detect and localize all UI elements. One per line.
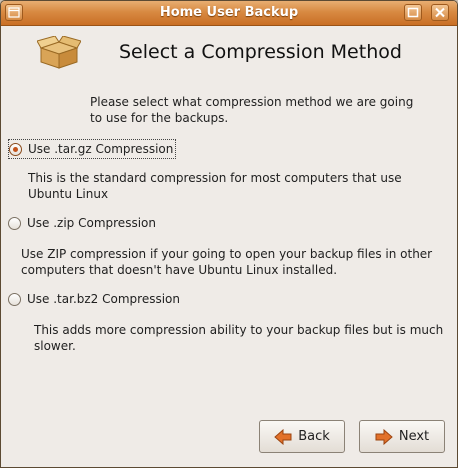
- radio-tar-bz2[interactable]: [8, 292, 21, 306]
- maximize-icon: [407, 7, 419, 18]
- option-tar-gz-label[interactable]: Use .tar.gz Compression: [28, 142, 173, 156]
- next-button-label: Next: [398, 429, 430, 444]
- back-button[interactable]: Back: [259, 420, 345, 453]
- window-title: Home User Backup: [159, 5, 299, 20]
- back-button-label: Back: [298, 429, 330, 444]
- next-button[interactable]: Next: [359, 420, 445, 453]
- option-tar-bz2-label[interactable]: Use .tar.bz2 Compression: [27, 292, 180, 306]
- maximize-button[interactable]: [404, 4, 422, 21]
- arrow-right-icon: [375, 428, 393, 445]
- package-box-icon: [36, 35, 82, 73]
- backup-window: Home User Backup Select a Compression Me…: [0, 0, 458, 468]
- radio-zip[interactable]: [8, 216, 21, 230]
- title-bar[interactable]: Home User Backup: [1, 1, 457, 26]
- page-title: Select a Compression Method: [119, 41, 402, 63]
- option-tar-bz2[interactable]: Use .tar.bz2 Compression: [8, 290, 180, 308]
- option-tar-bz2-description: This adds more compression ability to yo…: [34, 323, 444, 353]
- option-zip-label[interactable]: Use .zip Compression: [27, 216, 156, 230]
- intro-text: Please select what compression method we…: [90, 95, 414, 125]
- option-tar-gz[interactable]: Use .tar.gz Compression: [8, 139, 177, 159]
- option-zip[interactable]: Use .zip Compression: [8, 214, 156, 232]
- arrow-left-icon: [274, 428, 292, 445]
- option-tar-gz-description: This is the standard compression for mos…: [28, 171, 402, 201]
- close-button[interactable]: [431, 4, 449, 21]
- radio-tar-gz[interactable]: [9, 142, 22, 156]
- close-icon: [435, 7, 445, 18]
- option-zip-description: Use ZIP compression if your going to ope…: [21, 247, 433, 277]
